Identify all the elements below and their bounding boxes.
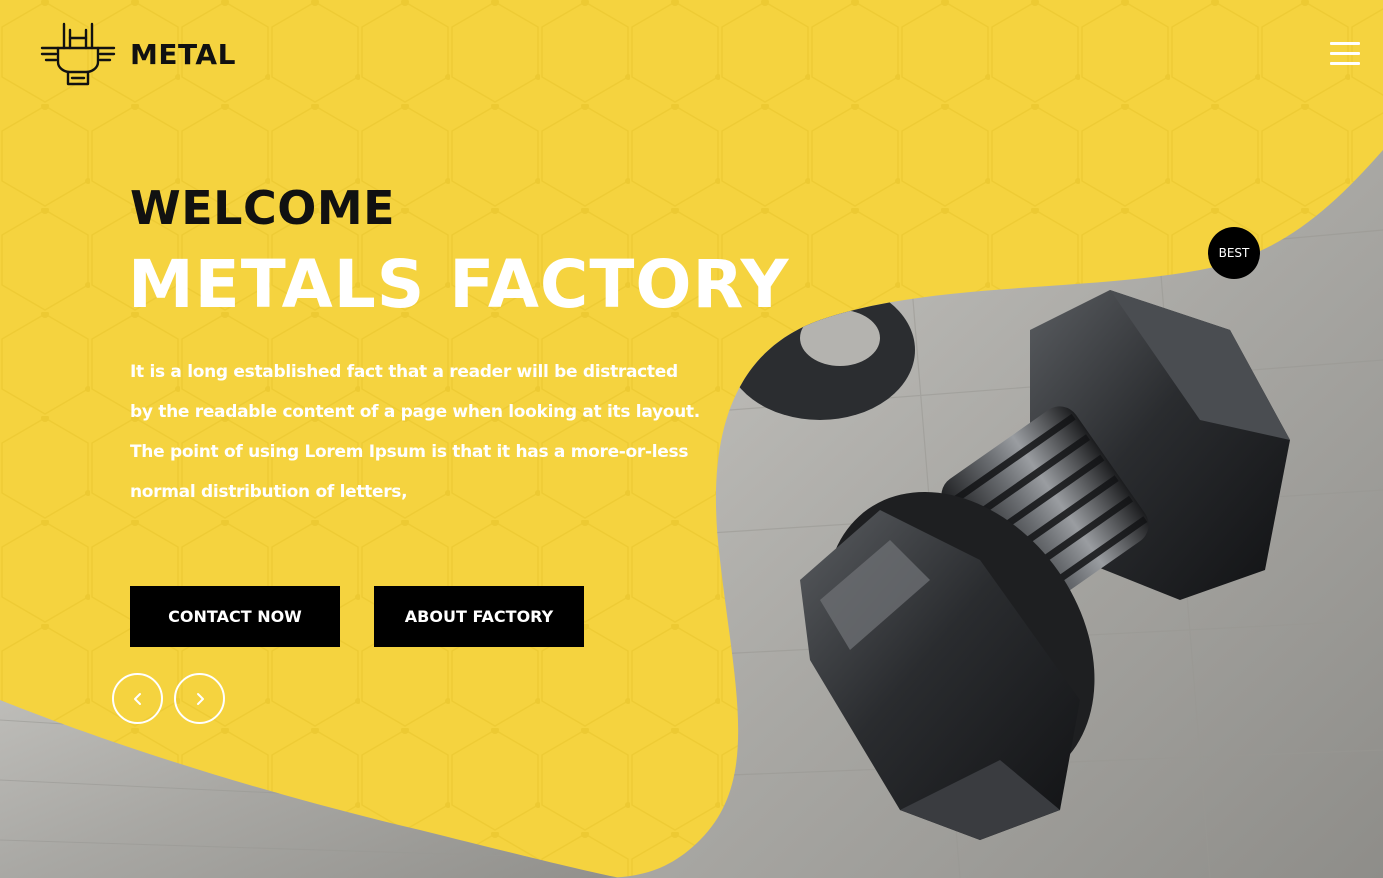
- about-factory-button[interactable]: ABOUT FACTORY: [374, 586, 584, 647]
- brand[interactable]: METAL: [40, 18, 236, 86]
- best-badge: BEST: [1208, 227, 1260, 279]
- rock-hand-icon: [40, 22, 116, 86]
- hero-section: METAL WELCOME METALS FACTORY It is a lon…: [0, 0, 1383, 878]
- menu-bar: [1330, 52, 1360, 55]
- menu-bar: [1330, 62, 1360, 65]
- chevron-right-icon: [196, 692, 204, 705]
- hamburger-menu-icon[interactable]: [1330, 42, 1360, 66]
- hero-headline: METALS FACTORY: [128, 246, 790, 323]
- slider-next-button[interactable]: [174, 673, 225, 724]
- chevron-left-icon: [133, 692, 141, 705]
- menu-bar: [1330, 42, 1360, 45]
- brand-name: METAL: [130, 38, 236, 71]
- contact-now-button[interactable]: CONTACT NOW: [130, 586, 340, 647]
- slider-prev-button[interactable]: [112, 673, 163, 724]
- hero-description: It is a long established fact that a rea…: [130, 362, 700, 502]
- hero-welcome: WELCOME: [130, 181, 396, 235]
